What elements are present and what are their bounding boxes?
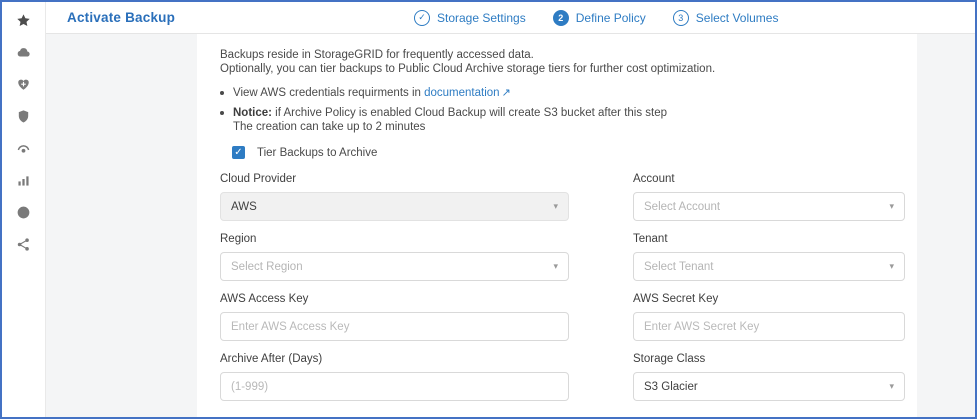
credentials-text: View AWS credentials requirments in bbox=[233, 87, 424, 99]
intro-line-2: Optionally, you can tier backups to Publ… bbox=[220, 63, 715, 75]
step-define-policy[interactable]: 2 Define Policy bbox=[553, 10, 646, 26]
step-select-volumes[interactable]: 3 Select Volumes bbox=[673, 10, 779, 26]
account-select[interactable]: Select Account ▾ bbox=[633, 192, 905, 221]
chevron-down-icon: ▾ bbox=[889, 201, 894, 212]
storage-class-field: Storage Class S3 Glacier ▾ bbox=[633, 353, 905, 401]
archive-after-label: Archive After (Days) bbox=[220, 353, 569, 365]
notice-label: Notice: bbox=[233, 107, 272, 119]
tenant-field: Tenant Select Tenant ▾ bbox=[633, 233, 905, 281]
region-select[interactable]: Select Region ▾ bbox=[220, 252, 569, 281]
account-label: Account bbox=[633, 173, 905, 185]
step-storage-settings[interactable]: ✓ Storage Settings bbox=[414, 10, 526, 26]
shield-icon[interactable] bbox=[15, 108, 32, 125]
storage-class-label: Storage Class bbox=[633, 353, 905, 365]
chevron-down-icon: ▾ bbox=[889, 381, 894, 392]
tenant-label: Tenant bbox=[633, 233, 905, 245]
region-placeholder: Select Region bbox=[231, 261, 303, 273]
notice-text: if Archive Policy is enabled Cloud Backu… bbox=[272, 107, 667, 119]
cloud-provider-value: AWS bbox=[231, 201, 257, 213]
policy-form: Cloud Provider AWS ▾ Account Select Acco… bbox=[220, 173, 917, 401]
tenant-placeholder: Select Tenant bbox=[644, 261, 713, 273]
header-bar: Activate Backup ✓ Storage Settings 2 Def… bbox=[46, 2, 975, 34]
step-number-badge: 3 bbox=[673, 10, 689, 26]
aws-secret-key-input[interactable] bbox=[633, 312, 905, 341]
step-label: Select Volumes bbox=[696, 11, 779, 25]
storage-class-value: S3 Glacier bbox=[644, 381, 698, 393]
bar-chart-icon[interactable] bbox=[15, 172, 32, 189]
wizard-stepper: ✓ Storage Settings 2 Define Policy 3 Sel… bbox=[414, 2, 778, 33]
globe-icon[interactable] bbox=[15, 204, 32, 221]
tier-backups-checkbox-label: Tier Backups to Archive bbox=[257, 147, 377, 159]
chevron-down-icon: ▾ bbox=[553, 261, 558, 272]
documentation-link[interactable]: documentation bbox=[424, 87, 499, 99]
aws-access-key-label: AWS Access Key bbox=[220, 293, 569, 305]
step-label: Storage Settings bbox=[437, 11, 526, 25]
star-icon[interactable] bbox=[15, 12, 32, 29]
aws-secret-key-label: AWS Secret Key bbox=[633, 293, 905, 305]
cloud-provider-field: Cloud Provider AWS ▾ bbox=[220, 173, 569, 221]
aws-secret-key-field: AWS Secret Key bbox=[633, 293, 905, 341]
intro-line-1: Backups reside in StorageGRID for freque… bbox=[220, 49, 534, 61]
content-area: Backups reside in StorageGRID for freque… bbox=[46, 34, 975, 417]
step-number-badge: 2 bbox=[553, 10, 569, 26]
checked-checkbox-icon[interactable]: ✓ bbox=[232, 146, 245, 159]
chevron-down-icon: ▾ bbox=[889, 261, 894, 272]
region-field: Region Select Region ▾ bbox=[220, 233, 569, 281]
archive-after-input[interactable] bbox=[220, 372, 569, 401]
cloud-provider-label: Cloud Provider bbox=[220, 173, 569, 185]
notice-subtext: The creation can take up to 2 minutes bbox=[233, 121, 425, 133]
account-field: Account Select Account ▾ bbox=[633, 173, 905, 221]
aws-access-key-field: AWS Access Key bbox=[220, 293, 569, 341]
archive-after-field: Archive After (Days) bbox=[220, 353, 569, 401]
cloud-provider-select[interactable]: AWS ▾ bbox=[220, 192, 569, 221]
external-link-icon: ↗ bbox=[502, 87, 511, 99]
tenant-select[interactable]: Select Tenant ▾ bbox=[633, 252, 905, 281]
step-label: Define Policy bbox=[576, 11, 646, 25]
account-placeholder: Select Account bbox=[644, 201, 720, 213]
cloud-icon[interactable] bbox=[15, 44, 32, 61]
backup-dome-icon[interactable] bbox=[15, 140, 32, 157]
intro-text: Backups reside in StorageGRID for freque… bbox=[220, 48, 917, 76]
step-check-icon: ✓ bbox=[414, 10, 430, 26]
app-window: Activate Backup ✓ Storage Settings 2 Def… bbox=[0, 0, 977, 419]
notice-bullet: Notice: if Archive Policy is enabled Clo… bbox=[220, 106, 917, 134]
share-icon[interactable] bbox=[15, 236, 32, 253]
policy-card: Backups reside in StorageGRID for freque… bbox=[197, 34, 917, 417]
tier-backups-checkbox-row[interactable]: ✓ Tier Backups to Archive bbox=[232, 146, 917, 159]
chevron-down-icon: ▾ bbox=[553, 201, 558, 212]
heart-plus-icon[interactable] bbox=[15, 76, 32, 93]
credentials-bullet: View AWS credentials requirments in docu… bbox=[220, 86, 917, 100]
page-title: Activate Backup bbox=[67, 10, 175, 25]
aws-access-key-input[interactable] bbox=[220, 312, 569, 341]
info-bullets: View AWS credentials requirments in docu… bbox=[220, 86, 917, 134]
region-label: Region bbox=[220, 233, 569, 245]
sidebar-nav bbox=[2, 2, 46, 417]
storage-class-select[interactable]: S3 Glacier ▾ bbox=[633, 372, 905, 401]
